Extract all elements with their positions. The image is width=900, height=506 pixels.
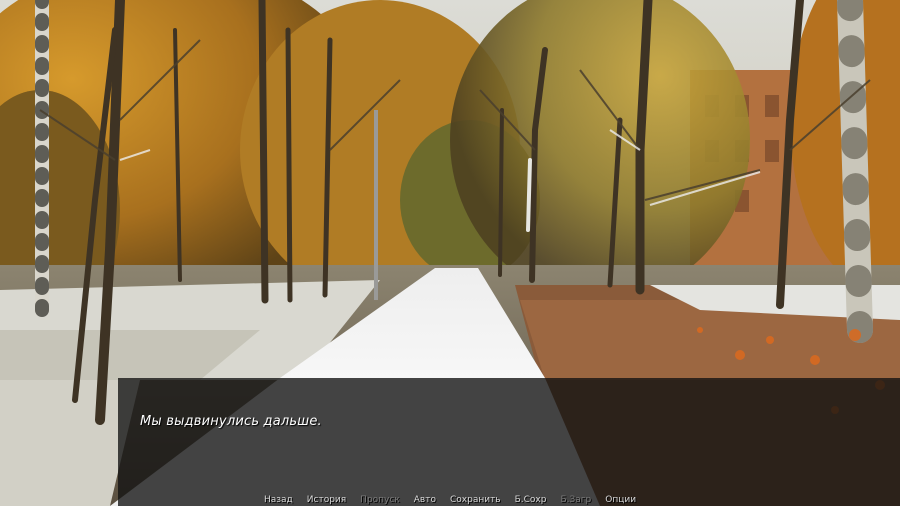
quick-menu-back[interactable]: Назад [257,495,300,505]
quick-menu-quick-save[interactable]: Б.Сохр [508,495,554,505]
quick-menu-history[interactable]: История [300,495,353,505]
game-screen[interactable]: Мы выдвинулись дальше. Назад История Про… [0,0,900,506]
quick-menu-save[interactable]: Сохранить [443,495,508,505]
dialogue-box[interactable] [118,378,900,506]
quick-menu-skip[interactable]: Пропуск [353,495,407,505]
quick-menu-quick-load[interactable]: Б.Загр [553,495,598,505]
quick-menu-preferences[interactable]: Опции [598,495,643,505]
quick-menu-auto[interactable]: Авто [407,495,443,505]
dialogue-text: Мы выдвинулись дальше. [140,414,322,429]
quick-menu: Назад История Пропуск Авто Сохранить Б.С… [0,493,900,506]
